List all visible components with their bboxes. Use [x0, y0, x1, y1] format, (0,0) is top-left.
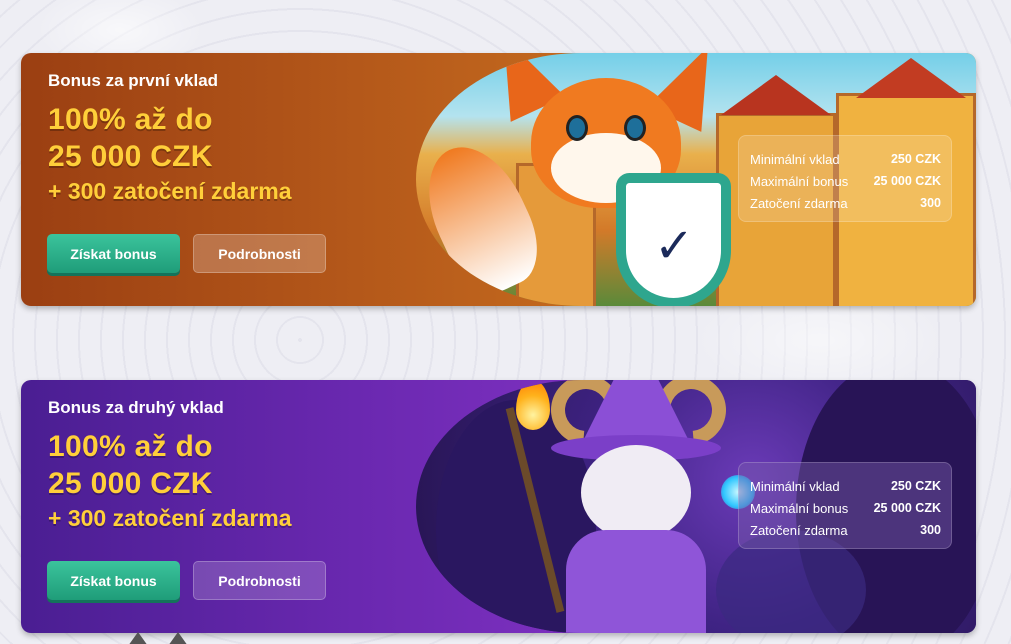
goat-wizard-icon [476, 380, 776, 633]
bonus-info-panel: Minimální vklad 250 CZK Maximální bonus … [738, 135, 952, 222]
bonus-info-panel: Minimální vklad 250 CZK Maximální bonus … [738, 462, 952, 549]
bonus-headline-line1: 100% až do [48, 103, 213, 136]
bonus-text-block: Bonus za druhý vklad 100% až do 25 000 C… [48, 398, 408, 532]
shield-icon: ✓ [616, 173, 731, 306]
get-bonus-button[interactable]: Získat bonus [47, 234, 180, 273]
details-button[interactable]: Podrobnosti [193, 234, 326, 273]
info-value: 25 000 CZK [873, 174, 941, 188]
bonus-text-block: Bonus za první vklad 100% až do 25 000 C… [48, 71, 408, 205]
get-bonus-button[interactable]: Získat bonus [47, 561, 180, 600]
bonus-free-spins: + 300 zatočení zdarma [48, 178, 292, 204]
info-row-max-bonus: Maximální bonus 25 000 CZK [750, 497, 941, 519]
bonus-headline-line2: 25 000 CZK [48, 467, 213, 500]
info-value: 250 CZK [890, 479, 941, 493]
info-row-free-spins: Zatočení zdarma 300 [750, 192, 941, 214]
info-label: Maximální bonus [750, 500, 849, 516]
bonus-subtitle: Bonus za druhý vklad [48, 398, 224, 417]
next-card-mascot-ears [128, 632, 188, 644]
info-label: Zatočení zdarma [750, 195, 848, 211]
bonus-headline-line2: 25 000 CZK [48, 140, 213, 173]
info-value: 250 CZK [890, 152, 941, 166]
fox-icon: ✓ [476, 53, 736, 306]
info-label: Minimální vklad [750, 151, 840, 167]
info-row-max-bonus: Maximální bonus 25 000 CZK [750, 170, 941, 192]
info-row-min-deposit: Minimální vklad 250 CZK [750, 148, 941, 170]
info-value: 300 [920, 196, 941, 210]
info-label: Minimální vklad [750, 478, 840, 494]
bonus-free-spins: + 300 zatočení zdarma [48, 505, 292, 531]
info-value: 25 000 CZK [873, 501, 941, 515]
info-row-min-deposit: Minimální vklad 250 CZK [750, 475, 941, 497]
checkmark-icon: ✓ [654, 218, 695, 274]
info-label: Zatočení zdarma [750, 522, 848, 538]
info-value: 300 [920, 523, 941, 537]
flame-icon [516, 380, 550, 430]
bonus-subtitle: Bonus za první vklad [48, 71, 219, 90]
bonus-card-second-deposit: Bonus za druhý vklad 100% až do 25 000 C… [21, 380, 976, 633]
info-label: Maximální bonus [750, 173, 849, 189]
bonus-card-first-deposit: ✓ Bonus za první vklad 100% až do 25 000… [21, 53, 976, 306]
info-row-free-spins: Zatočení zdarma 300 [750, 519, 941, 541]
details-button[interactable]: Podrobnosti [193, 561, 326, 600]
bonus-headline-line1: 100% až do [48, 430, 213, 463]
